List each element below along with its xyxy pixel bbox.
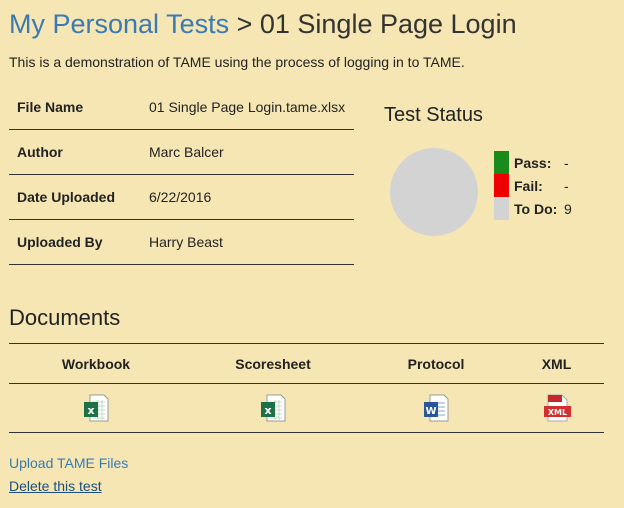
info-row-date-uploaded: Date Uploaded 6/22/2016 [9,174,354,220]
info-value: Marc Balcer [149,129,354,175]
svg-text:x: x [87,404,94,417]
info-row-file-name: File Name 01 Single Page Login.tame.xlsx [9,85,354,130]
info-row-uploaded-by: Uploaded By Harry Beast [9,219,354,265]
breadcrumb-parent-link[interactable]: My Personal Tests [9,9,229,39]
info-value: 01 Single Page Login.tame.xlsx [149,85,354,130]
scoresheet-cell: x [183,383,363,433]
legend-value: 9 [564,200,572,217]
legend-value: - [564,177,569,194]
info-label: Date Uploaded [9,174,149,220]
test-status-pie [390,148,478,236]
svg-text:W: W [425,406,436,417]
legend-row-todo: To Do: 9 [494,197,572,220]
info-label: Author [9,129,149,175]
test-status-title: Test Status [384,104,483,126]
workbook-cell: x [9,383,183,433]
breadcrumb-current: 01 Single Page Login [259,9,517,39]
word-file-icon[interactable]: W [421,393,451,423]
documents-row: x x W XML [9,383,604,433]
legend-label: To Do: [514,200,558,217]
column-header-workbook: Workbook [9,343,183,384]
delete-test-link[interactable]: Delete this test [9,478,102,494]
info-value: Harry Beast [149,219,354,265]
xml-cell: XML [509,383,604,433]
page-title: My Personal Tests > 01 Single Page Login [9,6,517,42]
documents-title: Documents [9,305,121,330]
documents-header-row: Workbook Scoresheet Protocol XML [9,343,604,384]
test-info-table: File Name 01 Single Page Login.tame.xlsx… [9,85,354,265]
legend-label: Fail: [514,177,543,194]
legend-row-pass: Pass: - [494,151,572,174]
protocol-cell: W [363,383,509,433]
upload-tame-files-link[interactable]: Upload TAME Files [9,455,128,471]
info-label: Uploaded By [9,219,149,265]
documents-table: Workbook Scoresheet Protocol XML x x W X… [9,343,604,433]
test-description: This is a demonstration of TAME using th… [9,54,465,70]
breadcrumb-separator: > [229,9,260,39]
column-header-scoresheet: Scoresheet [183,343,363,384]
info-row-author: Author Marc Balcer [9,129,354,175]
legend-label: Pass: [514,154,552,171]
xml-badge-text: XML [547,408,566,417]
column-header-protocol: Protocol [363,343,509,384]
todo-swatch [494,197,509,220]
test-status-legend: Pass: - Fail: - To Do: 9 [494,151,572,220]
info-value: 6/22/2016 [149,174,354,220]
legend-value: - [564,154,569,171]
pass-swatch [494,151,509,174]
svg-text:x: x [264,404,271,417]
fail-swatch [494,174,509,197]
info-label: File Name [9,85,149,130]
column-header-xml: XML [509,343,604,384]
xml-file-icon[interactable]: XML [542,393,572,423]
legend-row-fail: Fail: - [494,174,572,197]
excel-file-icon[interactable]: x [81,393,111,423]
excel-file-icon[interactable]: x [258,393,288,423]
